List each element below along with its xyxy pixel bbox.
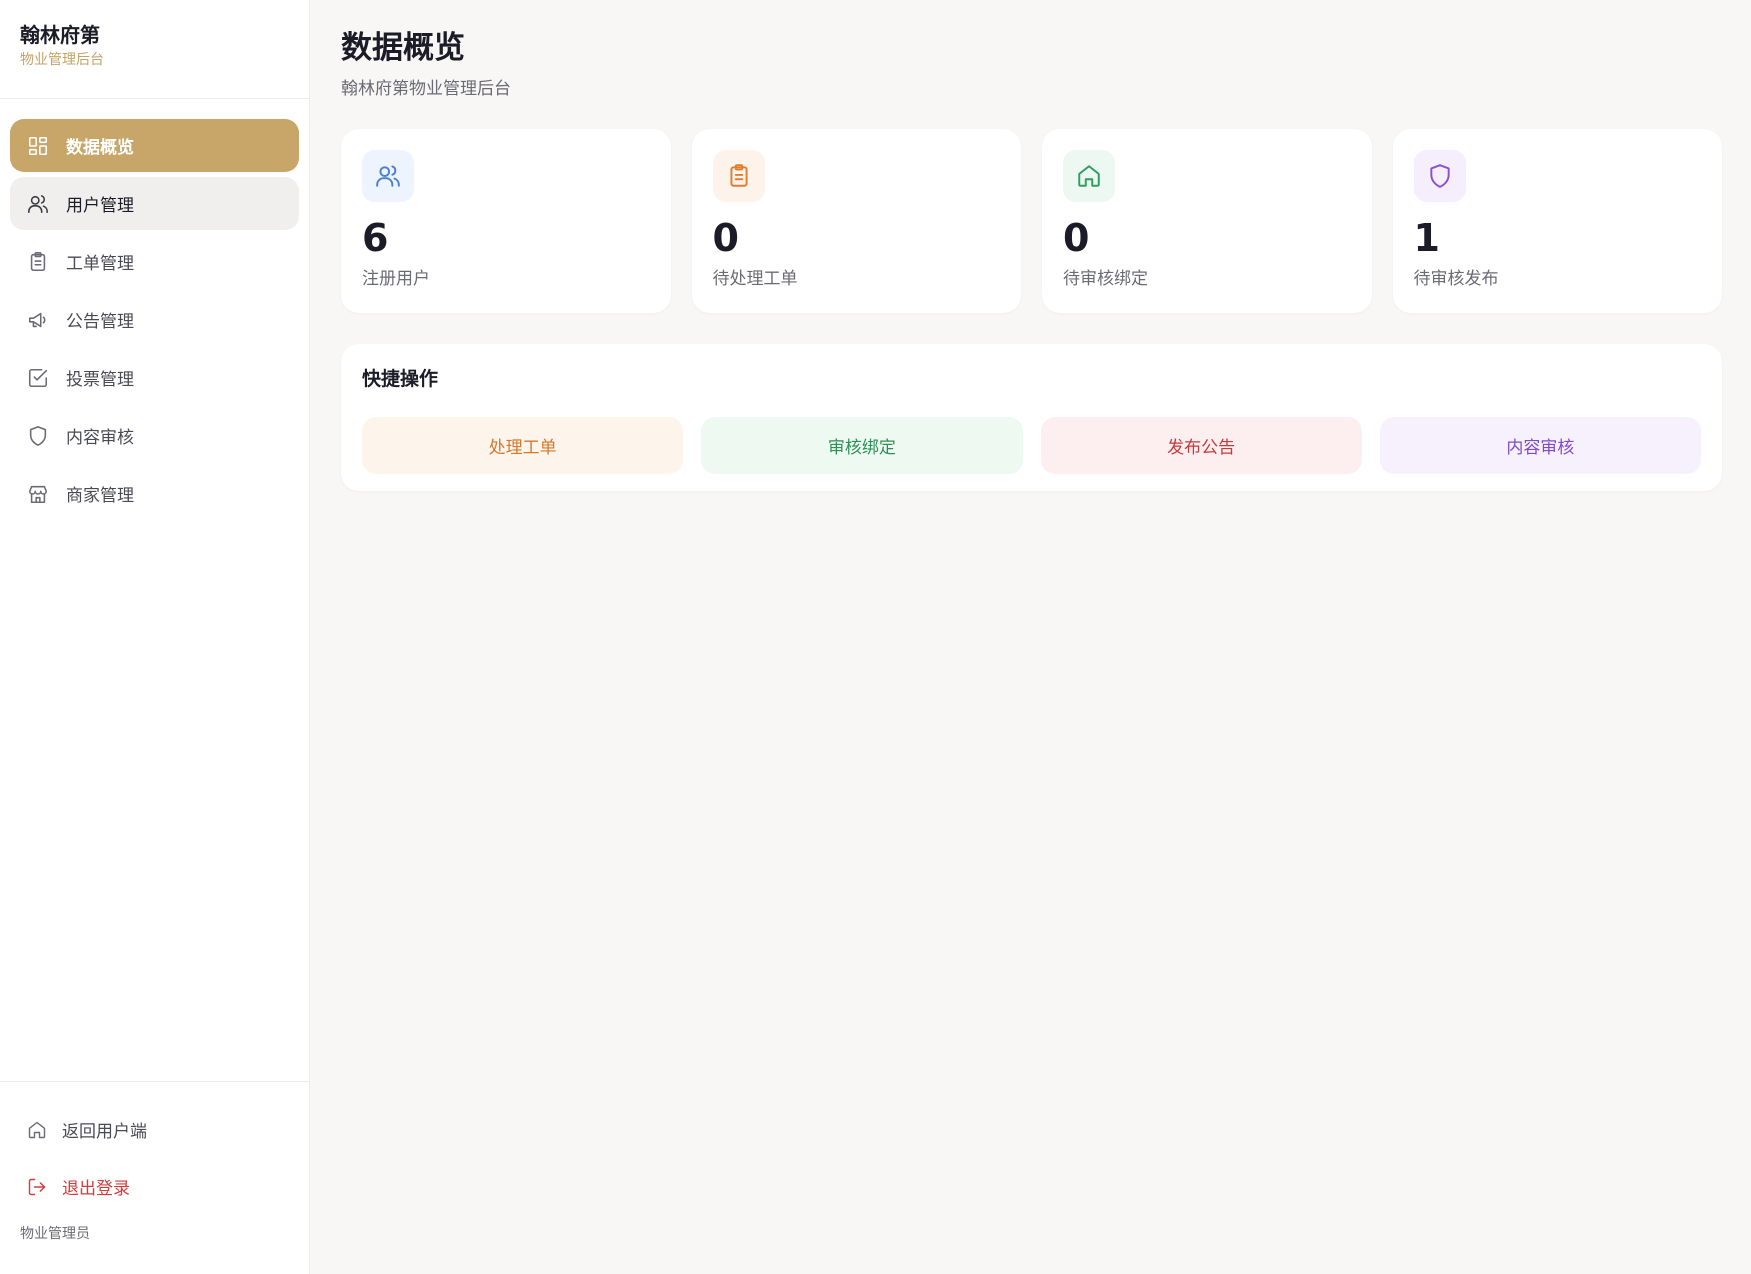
users-icon <box>26 192 50 216</box>
stat-value: 0 <box>712 216 739 260</box>
logout-button[interactable]: 退出登录 <box>0 1164 310 1209</box>
stat-icon-bg <box>362 150 414 202</box>
review-binding-button[interactable]: 审核绑定 <box>701 417 1023 474</box>
sidebar-item-merchants[interactable]: 商家管理 <box>10 467 299 520</box>
stat-value: 1 <box>1413 216 1440 260</box>
stat-card-users: 6 注册用户 <box>341 129 671 313</box>
main-content: 数据概览 翰林府第物业管理后台 6 注册用户 0 待处理工单 0 待审核绑定 1… <box>341 0 1722 491</box>
stat-label: 待处理工单 <box>712 269 798 289</box>
page-subtitle: 翰林府第物业管理后台 <box>341 79 511 99</box>
page-title: 数据概览 <box>341 30 465 66</box>
clipboard-icon <box>729 164 748 187</box>
megaphone-icon <box>26 308 50 332</box>
sidebar-nav: 数据概览 用户管理 工单管理 公告管理 投票管理 内容审核 商家管理 <box>0 99 309 520</box>
clipboard-icon <box>26 250 50 274</box>
back-to-user-link[interactable]: 返回用户端 <box>0 1107 310 1152</box>
brand: 翰林府第 物业管理后台 <box>0 0 309 99</box>
sidebar-item-dashboard[interactable]: 数据概览 <box>10 119 299 172</box>
stat-icon-bg <box>1413 150 1466 202</box>
sidebar-item-label: 内容审核 <box>66 428 134 448</box>
stat-label: 待审核发布 <box>1413 269 1499 289</box>
handle-work-order-button[interactable]: 处理工单 <box>362 417 684 474</box>
stat-icon-bg <box>1063 150 1115 202</box>
sidebar-item-votes[interactable]: 投票管理 <box>10 351 299 404</box>
sidebar-item-label: 工单管理 <box>66 254 134 274</box>
store-icon <box>26 482 50 506</box>
sidebar-item-announcements[interactable]: 公告管理 <box>10 293 299 346</box>
back-to-user-label: 返回用户端 <box>62 1122 147 1142</box>
stat-icon-bg <box>712 150 765 202</box>
sidebar-item-label: 投票管理 <box>66 370 134 390</box>
logout-icon <box>26 1176 48 1198</box>
quick-actions-panel: 快捷操作 处理工单 审核绑定 发布公告 内容审核 <box>341 344 1722 491</box>
brand-subtitle: 物业管理后台 <box>20 52 104 68</box>
stat-label: 待审核绑定 <box>1063 269 1148 289</box>
sidebar-item-users[interactable]: 用户管理 <box>10 177 299 230</box>
publish-announcement-button[interactable]: 发布公告 <box>1040 417 1362 474</box>
sidebar-item-label: 用户管理 <box>66 196 134 216</box>
stat-label: 注册用户 <box>362 269 430 289</box>
sidebar-item-label: 公告管理 <box>66 312 134 332</box>
sidebar-item-label: 商家管理 <box>66 486 134 506</box>
sidebar-item-content-review[interactable]: 内容审核 <box>10 409 299 462</box>
stat-value: 0 <box>1063 216 1090 260</box>
home-icon <box>26 1119 48 1141</box>
quick-actions-title: 快捷操作 <box>362 368 439 390</box>
sidebar: 翰林府第 物业管理后台 数据概览 用户管理 工单管理 公告管理 投票管理 内容审… <box>0 0 310 1274</box>
stat-card-bindings: 0 待审核绑定 <box>1042 129 1372 313</box>
dashboard-icon <box>26 134 50 158</box>
home-icon <box>1078 165 1100 187</box>
stat-card-work-orders: 0 待处理工单 <box>691 129 1021 313</box>
users-icon <box>376 165 400 187</box>
shield-icon <box>26 424 50 448</box>
logout-label: 退出登录 <box>62 1179 130 1199</box>
sidebar-footer: 返回用户端 退出登录 物业管理员 <box>0 1081 310 1274</box>
sidebar-item-work-orders[interactable]: 工单管理 <box>10 235 299 288</box>
quick-actions-row: 处理工单 审核绑定 发布公告 内容审核 <box>362 417 1701 474</box>
stats-row: 6 注册用户 0 待处理工单 0 待审核绑定 1 待审核发布 <box>341 129 1722 313</box>
shield-icon <box>1429 164 1450 188</box>
sidebar-item-label: 数据概览 <box>66 138 134 158</box>
content-review-button[interactable]: 内容审核 <box>1379 417 1701 474</box>
user-role: 物业管理员 <box>20 1226 90 1242</box>
stat-card-publish-review: 1 待审核发布 <box>1392 129 1722 313</box>
stat-value: 6 <box>362 216 389 260</box>
checkbox-icon <box>26 366 50 390</box>
brand-title: 翰林府第 <box>20 23 100 47</box>
